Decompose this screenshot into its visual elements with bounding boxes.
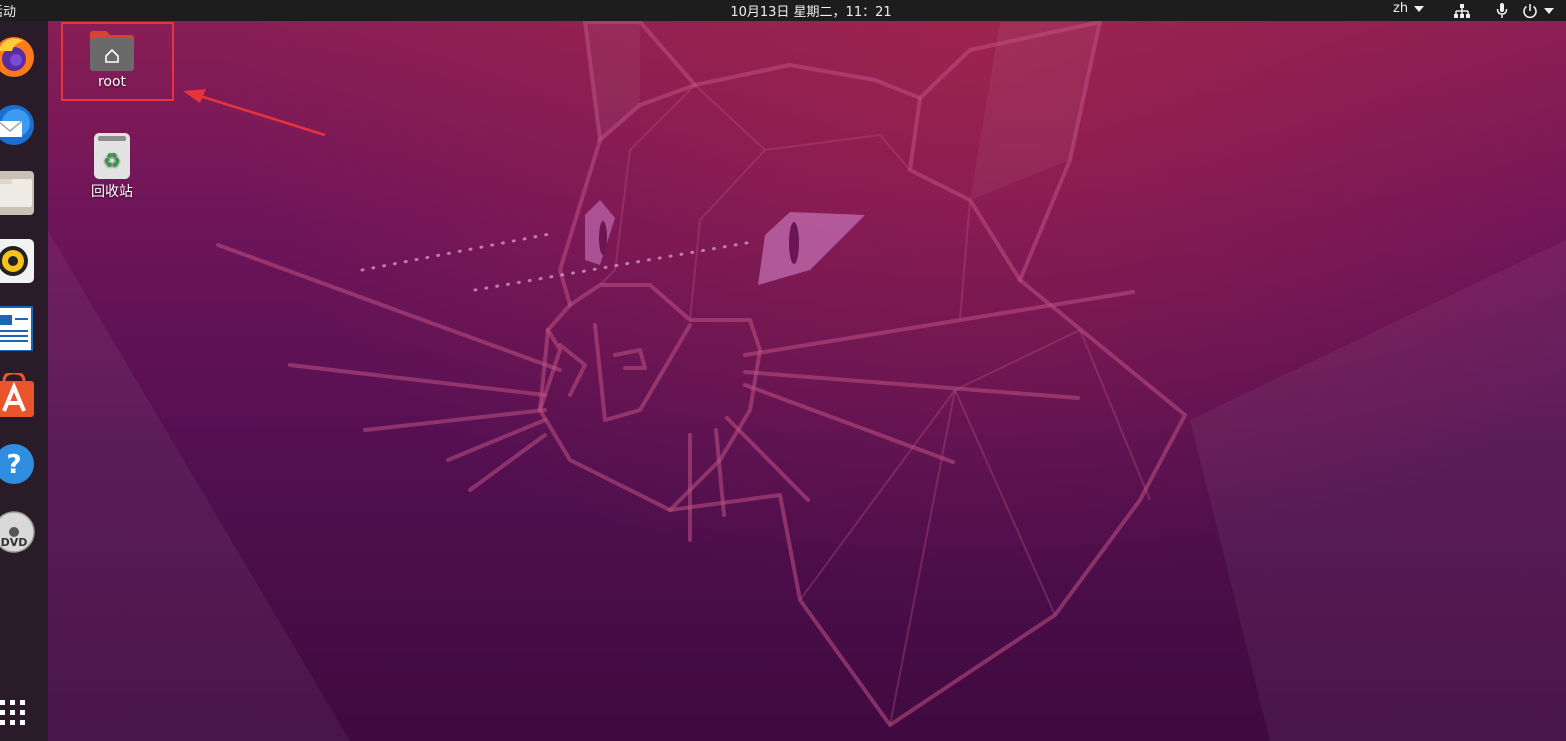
annotation-arrow [183, 89, 326, 137]
desktop: 活动 10月13日 星期二，11：21 zh [0, 0, 1566, 741]
